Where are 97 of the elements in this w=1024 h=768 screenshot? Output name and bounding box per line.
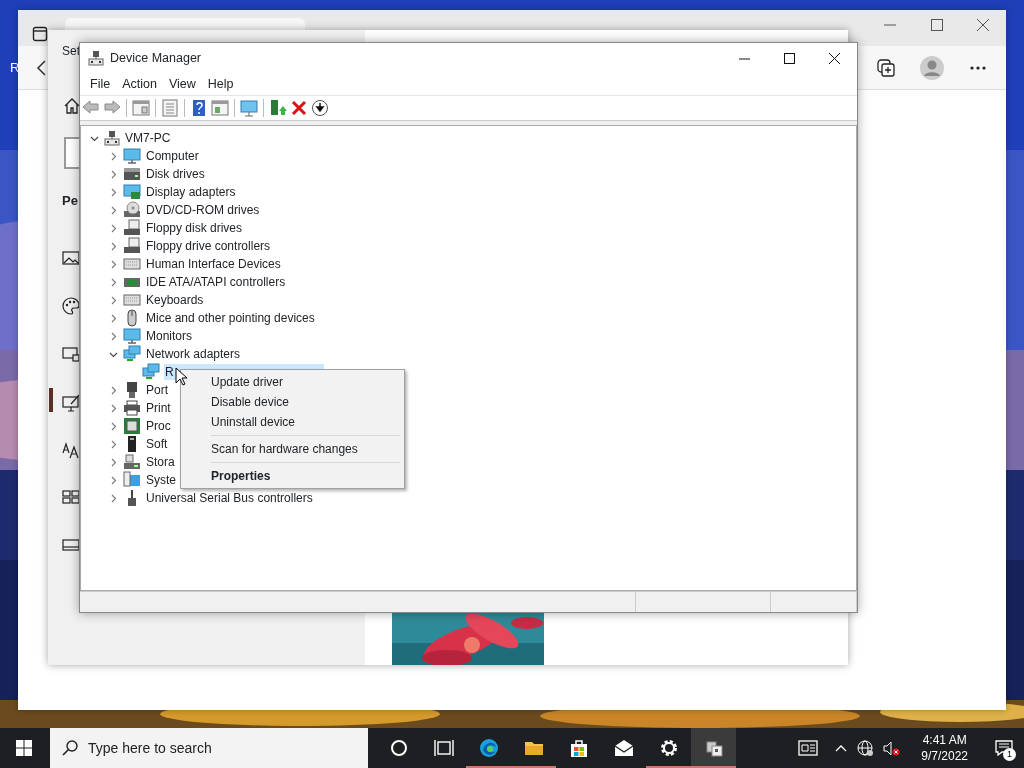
store-icon: [568, 738, 589, 758]
forward-icon[interactable]: [103, 99, 121, 117]
maximize-icon[interactable]: [784, 52, 795, 64]
tree-item[interactable]: Network adapters: [145, 346, 242, 362]
tree-item[interactable]: Floppy disk drives: [145, 220, 244, 236]
network-icon: [142, 363, 160, 381]
clock-date[interactable]: 9/7/2022: [921, 748, 968, 764]
maximize-icon[interactable]: [931, 19, 943, 31]
disc-icon: [123, 201, 141, 219]
driver-update-icon[interactable]: [269, 99, 287, 117]
tree-item[interactable]: Disk drives: [145, 166, 206, 182]
menu-item[interactable]: View: [162, 74, 202, 94]
lock-screen-icon[interactable]: [62, 345, 80, 363]
drive-icon: [123, 219, 141, 237]
device-manager-icon: [104, 130, 120, 146]
palette-icon[interactable]: [62, 297, 80, 315]
collections-icon[interactable]: [876, 58, 896, 78]
download-icon[interactable]: [311, 99, 329, 117]
menu-item[interactable]: Update driver: [183, 372, 402, 392]
avatar-icon[interactable]: [920, 56, 944, 80]
search-icon: [62, 740, 78, 756]
tree-item[interactable]: Keyboards: [145, 292, 205, 308]
tree-item[interactable]: Port: [145, 382, 169, 398]
keyboard-icon: [123, 291, 141, 309]
menu-item[interactable]: Help: [201, 74, 240, 94]
drive-icon: [123, 165, 141, 183]
more-icon[interactable]: [970, 66, 986, 70]
remove-icon[interactable]: [290, 99, 308, 117]
menu-item[interactable]: Action: [116, 74, 163, 94]
monitor-brush-icon[interactable]: [62, 394, 80, 412]
window-title: Device Manager: [110, 49, 201, 67]
browser-icon: [478, 738, 499, 758]
search-field[interactable]: Type here to search: [50, 728, 368, 768]
notification-count: 1: [1003, 748, 1016, 761]
tree-item[interactable]: Floppy drive controllers: [145, 238, 272, 254]
font-icon[interactable]: [62, 441, 80, 459]
menu-item[interactable]: Disable device: [183, 392, 402, 412]
tree-item[interactable]: IDE ATA/ATAPI controllers: [145, 274, 287, 290]
cursor-icon: [175, 367, 187, 386]
tree-item[interactable]: Mice and other pointing devices: [145, 310, 316, 326]
device-manager-icon: [703, 738, 724, 758]
keyboard-icon: [123, 255, 141, 273]
monitor-icon: [123, 183, 141, 201]
window-icon[interactable]: [132, 99, 150, 117]
news-icon[interactable]: [798, 739, 819, 757]
computer-icon: [123, 471, 141, 489]
message-icon: [995, 740, 1013, 756]
close-icon[interactable]: [977, 19, 989, 31]
drive-icon: [123, 237, 141, 255]
home-icon[interactable]: [64, 98, 80, 114]
start-icon[interactable]: [16, 740, 32, 756]
globe-icon[interactable]: [857, 740, 874, 756]
tree-item[interactable]: Universal Serial Bus controllers: [145, 490, 314, 506]
close-icon[interactable]: [829, 52, 840, 64]
start-icon[interactable]: [62, 488, 80, 506]
monitor-icon[interactable]: [240, 99, 258, 117]
task-view-icon: [433, 738, 454, 758]
notification-button[interactable]: 1: [984, 728, 1024, 768]
chip-icon: [123, 417, 141, 435]
taskbar-button[interactable]: [691, 728, 736, 768]
tree-item[interactable]: Print: [145, 400, 172, 416]
network-icon: [123, 345, 141, 363]
search-field[interactable]: [64, 137, 79, 169]
taskbar-icon[interactable]: [62, 536, 80, 554]
section-heading: Pe: [62, 192, 78, 210]
tree-item[interactable]: VM7-PC: [124, 130, 172, 146]
tree-item[interactable]: Computer: [145, 148, 200, 164]
menu-item[interactable]: Properties: [183, 466, 402, 486]
tree-item[interactable]: Stora: [145, 454, 176, 470]
selection-indicator: [49, 388, 53, 412]
help-icon[interactable]: [190, 99, 208, 117]
menu-item[interactable]: Scan for hardware changes: [183, 439, 402, 459]
device-manager-icon: [88, 50, 104, 66]
picture-icon[interactable]: [62, 249, 80, 267]
drive-icon: [123, 453, 141, 471]
monitor-icon: [123, 327, 141, 345]
clock-time[interactable]: 4:41 AM: [921, 732, 968, 748]
monitor-icon: [123, 147, 141, 165]
window-icon[interactable]: [211, 99, 229, 117]
tree-item[interactable]: Proc: [145, 418, 172, 434]
back-icon[interactable]: [35, 60, 49, 76]
cortana-icon: [388, 738, 409, 758]
chevron-up-icon[interactable]: [835, 743, 848, 753]
window-title: Set: [62, 43, 80, 60]
tree-item[interactable]: Display adapters: [145, 184, 237, 200]
settings-icon: [658, 738, 679, 758]
printer-icon: [123, 399, 141, 417]
tab-actions-icon[interactable]: [32, 26, 48, 42]
tree-item[interactable]: DVD/CD-ROM drives: [145, 202, 261, 218]
mail-icon: [613, 738, 634, 758]
tree-item[interactable]: Syste: [145, 472, 177, 488]
muted-speaker-icon[interactable]: [883, 740, 901, 756]
tree-item[interactable]: Monitors: [145, 328, 193, 344]
tree-item[interactable]: Human Interface Devices: [145, 256, 282, 272]
tree-item[interactable]: Soft: [145, 436, 169, 452]
menu-item[interactable]: Uninstall device: [183, 412, 402, 432]
menu-item[interactable]: File: [84, 74, 117, 94]
